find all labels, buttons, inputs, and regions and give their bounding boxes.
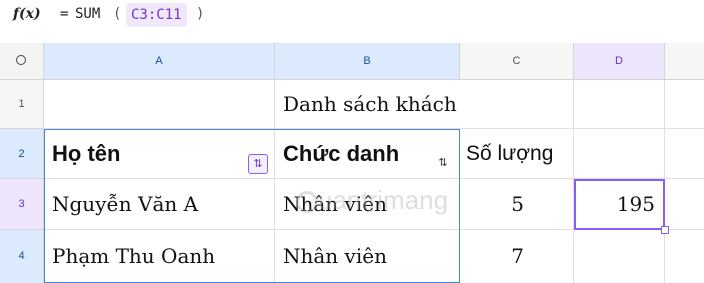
cell-b4[interactable]: Nhân viên [275, 230, 460, 283]
formula-function: SUM [75, 6, 101, 22]
spreadsheet-grid: A B C D 1 2 3 4 Danh sách khách Họ tên ⇅… [0, 43, 704, 283]
watermark-logo-icon [296, 191, 318, 213]
cell-b1[interactable]: Danh sách khách [275, 80, 460, 129]
column-header-e[interactable] [665, 43, 704, 80]
cell-a1[interactable] [44, 80, 275, 129]
cell-e4[interactable] [665, 230, 704, 283]
cell-a2[interactable]: Họ tên [44, 129, 275, 179]
column-header-b[interactable]: B [275, 43, 460, 80]
formula-equals: = [60, 6, 69, 22]
formula-close-paren: ) [196, 6, 205, 22]
cell-e1[interactable] [665, 80, 704, 129]
circle-icon [16, 55, 26, 65]
cell-c4[interactable]: 7 [460, 230, 574, 283]
cell-a4[interactable]: Phạm Thu Oanh [44, 230, 275, 283]
formula-range-ref[interactable]: C3:C11 [126, 3, 187, 27]
cell-c1[interactable] [460, 80, 574, 129]
row-header-1[interactable]: 1 [0, 80, 44, 129]
cell-d3[interactable]: 195 [574, 179, 665, 230]
row-header-4[interactable]: 4 [0, 230, 44, 283]
cell-d1[interactable] [574, 80, 665, 129]
cell-e3[interactable] [665, 179, 704, 230]
column-header-c[interactable]: C [460, 43, 574, 80]
cell-c2[interactable]: Số lượng [460, 129, 574, 179]
sort-b-icon[interactable]: ⇅ [433, 154, 453, 174]
column-header-a[interactable]: A [44, 43, 275, 80]
formula-bar[interactable]: f(x) = SUM ( C3:C11 ) [0, 0, 704, 38]
cell-e2[interactable] [665, 129, 704, 179]
header-ho-ten: Họ tên [52, 141, 121, 166]
formula-open-paren: ( [113, 6, 122, 22]
row-header-3[interactable]: 3 [0, 179, 44, 230]
cell-d4[interactable] [574, 230, 665, 283]
cell-a3[interactable]: Nguyễn Văn A [44, 179, 275, 230]
fill-handle[interactable] [661, 226, 669, 234]
cell-d2[interactable] [574, 129, 665, 179]
sort-a-icon[interactable]: ⇅ [248, 154, 268, 174]
header-chuc-danh: Chức danh [283, 141, 400, 166]
select-all-corner[interactable] [0, 43, 44, 80]
column-header-d[interactable]: D [574, 43, 665, 80]
fx-icon: f(x) [13, 6, 41, 22]
row-header-2[interactable]: 2 [0, 129, 44, 179]
cell-c3[interactable]: 5 [460, 179, 574, 230]
